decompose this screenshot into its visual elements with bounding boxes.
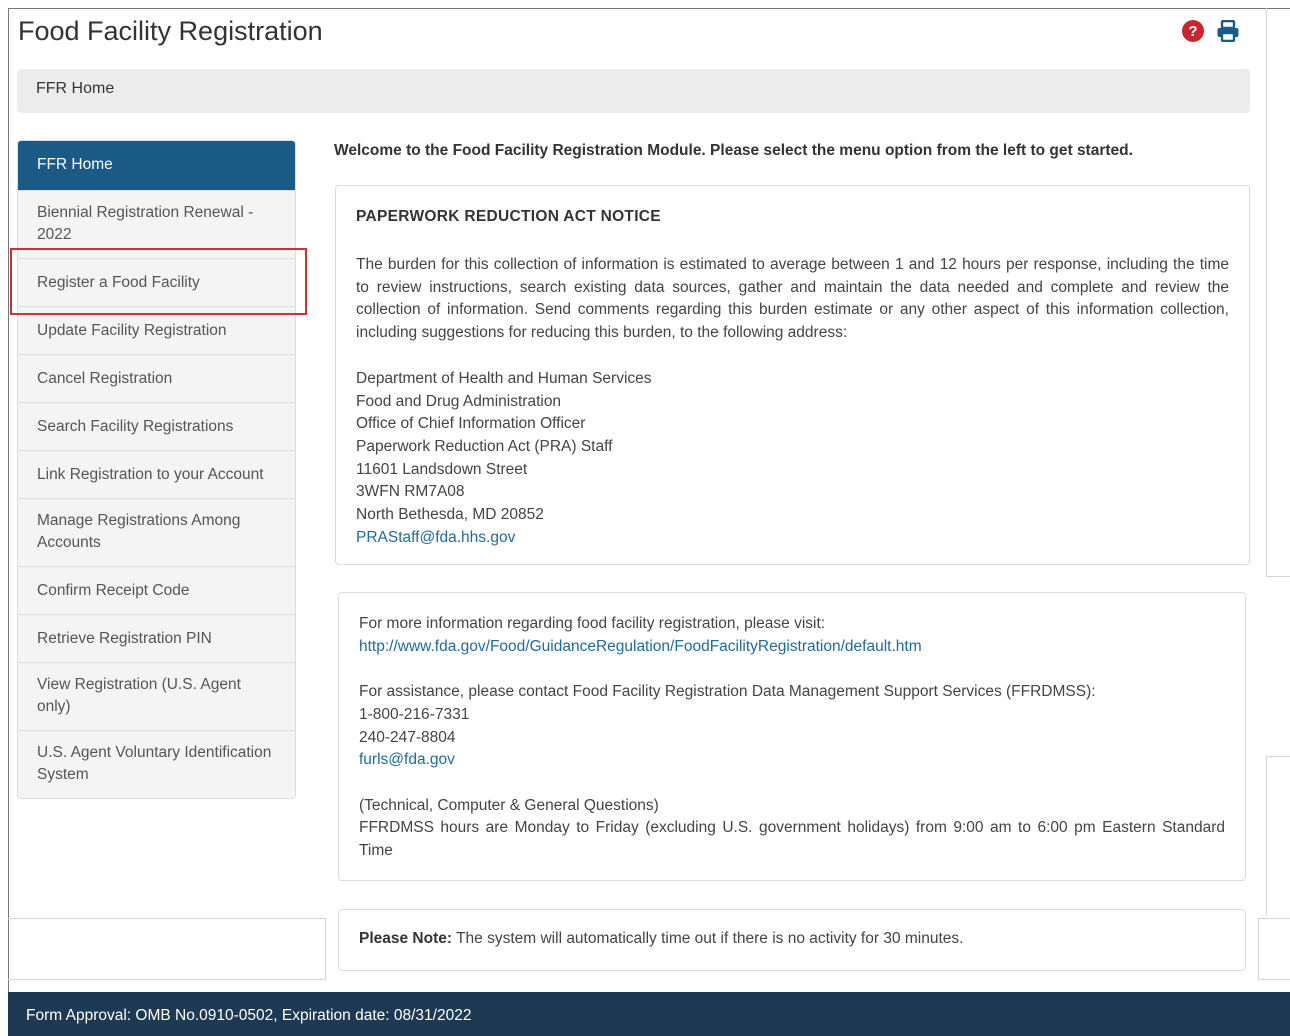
sidebar-menu: FFR Home Biennial Registration Renewal -… [17,140,296,799]
note-label: Please Note: [359,930,453,947]
empty-box [1258,918,1290,980]
sidebar-item-cancel-registration[interactable]: Cancel Registration [18,354,295,402]
breadcrumb-item-home[interactable]: FFR Home [36,80,114,97]
contact-info-panel: For more information regarding food faci… [338,592,1246,881]
divider [1266,8,1267,576]
empty-box [8,918,326,980]
address-line: North Bethesda, MD 20852 [356,506,544,524]
ffr-guidance-link[interactable]: http://www.fda.gov/Food/GuidanceRegulati… [359,638,922,655]
header-actions: ? [1182,20,1240,42]
paperwork-notice-panel: PAPERWORK REDUCTION ACT NOTICE The burde… [335,185,1250,565]
form-approval-text: Form Approval: OMB No.0910-0502, Expirat… [26,1007,472,1024]
sidebar-item-search-registrations[interactable]: Search Facility Registrations [18,402,295,450]
assistance-text: For assistance, please contact Food Faci… [359,683,1096,701]
breadcrumb: FFR Home [17,69,1250,113]
footer: Form Approval: OMB No.0910-0502, Expirat… [8,992,1290,1036]
sidebar-item-manage-registrations[interactable]: Manage Registrations Among Accounts [18,498,295,566]
timeout-note-panel: Please Note: The system will automatical… [338,909,1246,971]
welcome-message: Welcome to the Food Facility Registratio… [334,142,1133,159]
phone-number: 1-800-216-7331 [359,705,470,723]
notice-body: The burden for this collection of inform… [356,256,1229,342]
note-text: The system will automatically time out i… [452,930,964,947]
furls-email-link[interactable]: furls@fda.gov [359,751,455,768]
address-line: Office of Chief Information Officer [356,415,586,433]
page-title: Food Facility Registration [18,16,323,46]
more-info-text: For more information regarding food faci… [359,615,826,632]
highlight-box [10,248,307,315]
divider [1266,756,1290,757]
sidebar-item-link-registration[interactable]: Link Registration to your Account [18,450,295,498]
questions-text: (Technical, Computer & General Questions… [359,796,659,814]
mailing-address: Department of Health and Human Services … [356,368,1229,550]
address-line: Department of Health and Human Services [356,369,652,387]
print-icon[interactable] [1216,20,1240,42]
notice-title: PAPERWORK REDUCTION ACT NOTICE [356,208,661,225]
address-line: Food and Drug Administration [356,392,562,410]
divider [1266,576,1290,577]
address-line: 11601 Landsdown Street [356,460,528,478]
sidebar-item-agent-identification[interactable]: U.S. Agent Voluntary Identification Syst… [18,730,295,798]
pra-email-link[interactable]: PRAStaff@fda.hhs.gov [356,529,515,546]
sidebar-item-ffr-home[interactable]: FFR Home [18,141,295,190]
question-circle-icon[interactable]: ? [1182,20,1204,42]
divider [1266,756,1267,916]
support-hours-text: FFRDMSS hours are Monday to Friday (excl… [359,819,1225,859]
sidebar-item-confirm-receipt[interactable]: Confirm Receipt Code [18,566,295,614]
sidebar-item-view-registration[interactable]: View Registration (U.S. Agent only) [18,662,295,730]
sidebar-item-retrieve-pin[interactable]: Retrieve Registration PIN [18,614,295,662]
address-line: Paperwork Reduction Act (PRA) Staff [356,437,613,455]
address-line: 3WFN RM7A08 [356,483,465,501]
phone-number: 240-247-8804 [359,728,456,746]
